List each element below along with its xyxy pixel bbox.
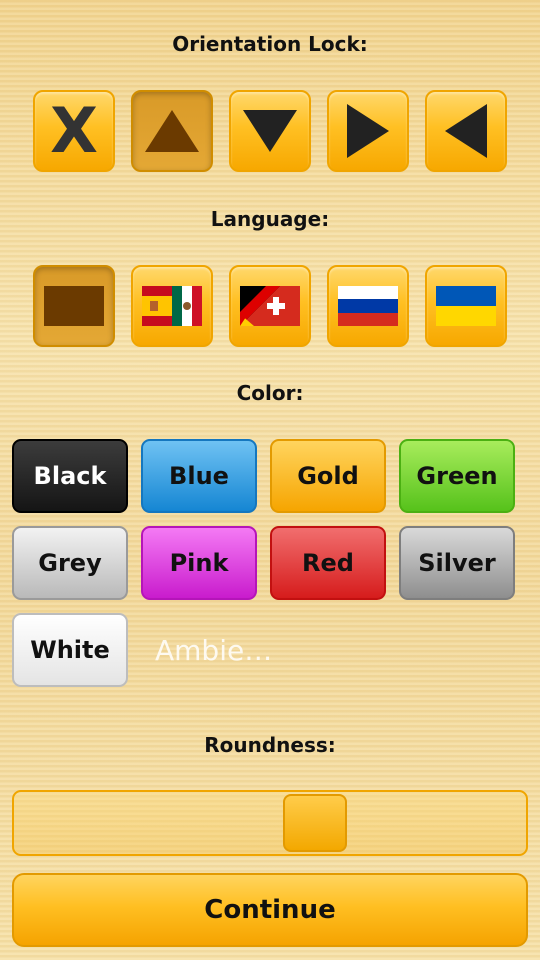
language-default-button[interactable] — [33, 265, 115, 347]
language-ukrainian-button[interactable] — [425, 265, 507, 347]
color-grey-button[interactable]: Grey — [12, 526, 128, 600]
arrow-up-icon — [145, 110, 199, 152]
orientation-lock-heading: Orientation Lock: — [172, 32, 368, 56]
roundness-heading: Roundness: — [204, 733, 336, 757]
color-blue-button[interactable]: Blue — [141, 439, 257, 513]
arrow-down-icon — [243, 110, 297, 152]
orientation-right-button[interactable] — [327, 90, 409, 172]
continue-button[interactable]: Continue — [12, 873, 528, 947]
russia-flag-icon — [338, 286, 398, 326]
language-russian-button[interactable] — [327, 265, 409, 347]
color-red-button[interactable]: Red — [270, 526, 386, 600]
color-gold-button[interactable]: Gold — [270, 439, 386, 513]
orientation-down-button[interactable] — [229, 90, 311, 172]
language-spanish-button[interactable] — [131, 265, 213, 347]
color-silver-button[interactable]: Silver — [399, 526, 515, 600]
orientation-left-button[interactable] — [425, 90, 507, 172]
spain-mexico-flag-icon — [142, 286, 202, 326]
arrow-left-icon — [445, 104, 487, 158]
color-black-button[interactable]: Black — [12, 439, 128, 513]
x-icon: X — [50, 94, 98, 167]
language-german-button[interactable] — [229, 265, 311, 347]
color-green-button[interactable]: Green — [399, 439, 515, 513]
color-grid: Black Blue Gold Green Grey Pink Red Silv… — [12, 439, 516, 700]
germany-switzerland-flag-icon — [240, 286, 300, 326]
color-ambient-button[interactable]: Ambie… — [141, 613, 272, 687]
orientation-unlock-button[interactable]: X — [33, 90, 115, 172]
orientation-options: X — [33, 90, 507, 172]
color-white-button[interactable]: White — [12, 613, 128, 687]
blank-flag-icon — [44, 286, 104, 326]
arrow-right-icon — [347, 104, 389, 158]
roundness-slider[interactable] — [12, 790, 528, 856]
language-heading: Language: — [210, 207, 330, 231]
orientation-up-button[interactable] — [131, 90, 213, 172]
roundness-slider-thumb[interactable] — [283, 794, 347, 852]
color-pink-button[interactable]: Pink — [141, 526, 257, 600]
ukraine-flag-icon — [436, 286, 496, 326]
color-heading: Color: — [236, 381, 304, 405]
language-options — [33, 265, 507, 347]
